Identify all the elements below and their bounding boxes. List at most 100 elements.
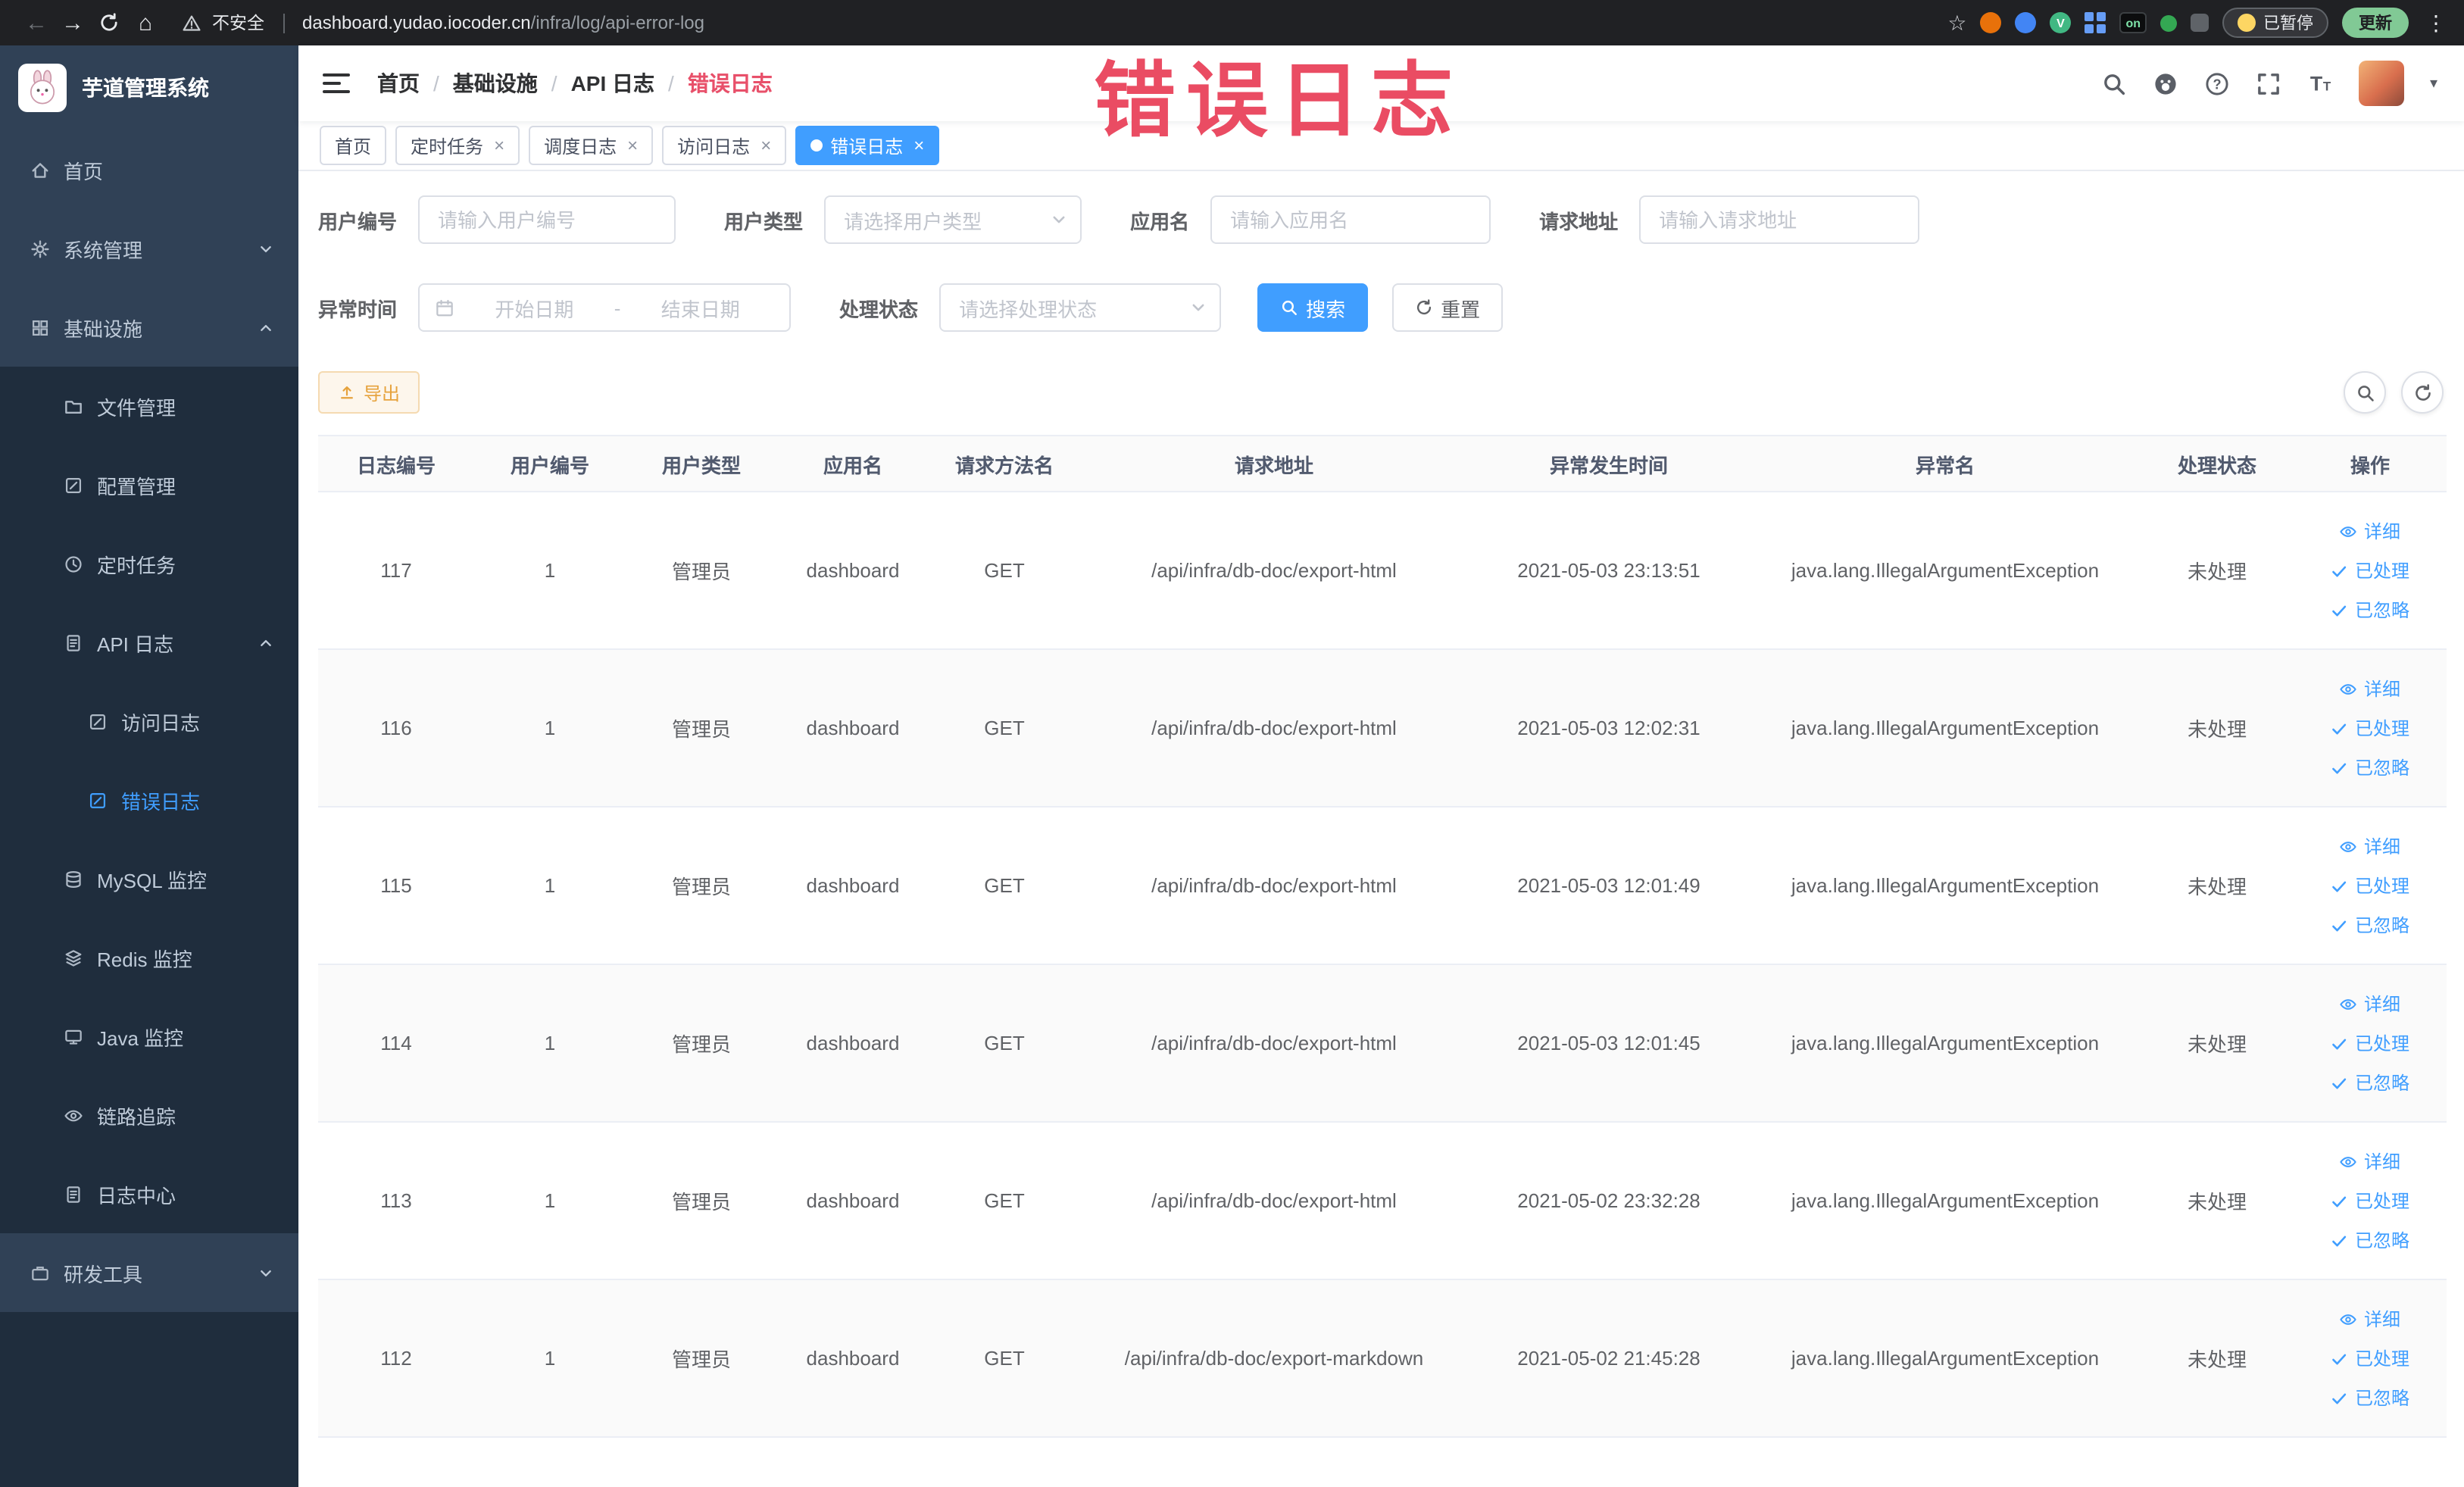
sidebar-item-home[interactable]: 首页 xyxy=(0,130,298,209)
breadcrumb-item-home[interactable]: 首页 xyxy=(377,68,420,98)
gear-icon xyxy=(30,239,50,258)
cell-process-status: 未处理 xyxy=(2141,807,2294,965)
detail-link[interactable]: 详细 xyxy=(2300,1142,2441,1181)
cell-user-type: 管理员 xyxy=(626,1122,777,1280)
eye-icon xyxy=(2340,995,2358,1013)
hamburger-icon[interactable] xyxy=(323,71,350,95)
mark-ignored-link[interactable]: 已忽略 xyxy=(2300,1378,2441,1417)
extension-icon-1[interactable] xyxy=(1980,12,2002,33)
date-start-input[interactable]: 开始日期 xyxy=(461,293,608,322)
sidebar-item-file-mgmt[interactable]: 文件管理 xyxy=(0,367,298,445)
process-status-select[interactable]: 请选择处理状态 xyxy=(939,283,1222,332)
mark-ignored-link[interactable]: 已忽略 xyxy=(2300,1063,2441,1102)
breadcrumb-item-infrastructure[interactable]: 基础设施 xyxy=(453,68,538,98)
mark-processed-link[interactable]: 已处理 xyxy=(2300,1339,2441,1378)
github-icon[interactable] xyxy=(2153,70,2178,96)
browser-menu-button[interactable]: ⋮ xyxy=(2425,10,2447,36)
detail-link[interactable]: 详细 xyxy=(2300,669,2441,708)
browser-forward-button[interactable]: → xyxy=(55,5,91,41)
sidebar-item-error-log[interactable]: 错误日志 xyxy=(0,761,298,839)
cell-user-type: 管理员 xyxy=(626,964,777,1123)
font-size-icon[interactable] xyxy=(2307,70,2333,96)
close-icon[interactable]: × xyxy=(627,135,638,156)
search-button[interactable]: 搜索 xyxy=(1257,283,1369,332)
sidebar-item-java-monitor[interactable]: Java 监控 xyxy=(0,997,298,1076)
close-icon[interactable]: × xyxy=(494,135,504,156)
browser-reload-button[interactable] xyxy=(91,5,127,41)
help-icon[interactable] xyxy=(2204,70,2230,96)
tab-scheduled-tasks[interactable]: 定时任务 × xyxy=(395,126,520,165)
browser-back-button[interactable]: ← xyxy=(18,5,55,41)
detail-link[interactable]: 详细 xyxy=(2300,1299,2441,1339)
mark-processed-link[interactable]: 已处理 xyxy=(2300,551,2441,590)
extension-icon-2[interactable] xyxy=(2015,12,2037,33)
sidebar-item-scheduled-tasks[interactable]: 定时任务 xyxy=(0,524,298,603)
sidebar-item-system-mgmt[interactable]: 系统管理 xyxy=(0,209,298,288)
toggle-search-button[interactable] xyxy=(2344,371,2386,414)
mark-processed-link[interactable]: 已处理 xyxy=(2300,708,2441,748)
sidebar-item-mysql-monitor[interactable]: MySQL 监控 xyxy=(0,839,298,918)
mark-ignored-link[interactable]: 已忽略 xyxy=(2300,590,2441,629)
app-logo[interactable]: 芋道管理系统 xyxy=(0,45,298,130)
detail-link[interactable]: 详细 xyxy=(2300,826,2441,866)
extension-on-badge[interactable]: on xyxy=(2119,12,2147,33)
cell-process-status: 未处理 xyxy=(2141,1279,2294,1438)
mark-processed-link[interactable]: 已处理 xyxy=(2300,1181,2441,1220)
mark-processed-link[interactable]: 已处理 xyxy=(2300,866,2441,905)
refresh-button[interactable] xyxy=(2401,371,2444,414)
reset-button[interactable]: 重置 xyxy=(1392,283,1504,332)
database-icon xyxy=(64,869,83,889)
browser-home-button[interactable]: ⌂ xyxy=(127,5,164,41)
request-url-input[interactable] xyxy=(1639,195,1920,244)
close-icon[interactable]: × xyxy=(760,135,771,156)
cell-exception-time: 2021-05-03 12:02:31 xyxy=(1468,649,1750,808)
tab-access-log[interactable]: 访问日志 × xyxy=(662,126,787,165)
detail-link[interactable]: 详细 xyxy=(2300,984,2441,1023)
extension-icon-vue[interactable]: V xyxy=(2050,12,2072,33)
breadcrumb-item-api-logs[interactable]: API 日志 xyxy=(571,68,654,98)
sidebar-item-infrastructure[interactable]: 基础设施 xyxy=(0,288,298,367)
detail-link[interactable]: 详细 xyxy=(2300,511,2441,551)
avatar[interactable] xyxy=(2358,61,2404,106)
check-icon xyxy=(2331,916,2349,934)
user-id-input[interactable] xyxy=(418,195,676,244)
extension-icon-4[interactable] xyxy=(2191,14,2209,32)
home-icon xyxy=(30,160,50,180)
sidebar-item-api-logs[interactable]: API 日志 xyxy=(0,603,298,682)
bookmark-star-icon[interactable]: ☆ xyxy=(1947,10,1966,36)
sidebar-item-dev-tools[interactable]: 研发工具 xyxy=(0,1233,298,1312)
sidebar-item-config-mgmt[interactable]: 配置管理 xyxy=(0,445,298,524)
sidebar-item-tracing[interactable]: 链路追踪 xyxy=(0,1076,298,1154)
app-name-input[interactable] xyxy=(1210,195,1491,244)
date-end-input[interactable]: 结束日期 xyxy=(626,293,774,322)
address-bar[interactable]: 不安全 dashboard.yudao.iocoder.cn/infra/log… xyxy=(182,11,704,35)
fullscreen-icon[interactable] xyxy=(2256,70,2281,96)
browser-update-button[interactable]: 更新 xyxy=(2342,8,2409,38)
mark-ignored-link[interactable]: 已忽略 xyxy=(2300,905,2441,945)
tab-home[interactable]: 首页 xyxy=(320,126,387,165)
sidebar-item-redis-monitor[interactable]: Redis 监控 xyxy=(0,918,298,997)
search-icon[interactable] xyxy=(2101,70,2127,96)
table-header: 日志编号 用户编号 用户类型 应用名 请求方法名 请求地址 异常发生时间 异常名… xyxy=(318,435,2447,492)
mark-ignored-link[interactable]: 已忽略 xyxy=(2300,748,2441,787)
mark-ignored-link[interactable]: 已忽略 xyxy=(2300,1220,2441,1260)
address-url[interactable]: dashboard.yudao.iocoder.cn/infra/log/api… xyxy=(302,12,704,33)
cell-method: GET xyxy=(929,649,1080,808)
mark-processed-link[interactable]: 已处理 xyxy=(2300,1023,2441,1063)
extension-icon-grid[interactable] xyxy=(2085,12,2106,33)
cell-exception-time: 2021-05-03 12:01:45 xyxy=(1468,964,1750,1123)
close-icon[interactable]: × xyxy=(913,135,924,156)
tab-dispatch-log[interactable]: 调度日志 × xyxy=(529,126,654,165)
chevron-up-icon xyxy=(258,319,274,336)
user-type-select[interactable]: 请选择用户类型 xyxy=(824,195,1082,244)
sidebar-item-access-log[interactable]: 访问日志 xyxy=(0,682,298,761)
extension-icon-3[interactable] xyxy=(2160,14,2177,31)
tab-error-log[interactable]: 错误日志 × xyxy=(795,126,940,165)
cell-exception-name: java.lang.IllegalArgumentException xyxy=(1750,649,2141,808)
date-range-picker[interactable]: 开始日期 - 结束日期 xyxy=(418,283,792,332)
sidebar-item-log-center[interactable]: 日志中心 xyxy=(0,1154,298,1233)
cell-request-url: /api/infra/db-doc/export-html xyxy=(1080,1122,1468,1280)
export-button[interactable]: 导出 xyxy=(318,371,420,414)
paused-badge[interactable]: 已暂停 xyxy=(2222,8,2328,38)
avatar-caret-down-icon[interactable]: ▾ xyxy=(2430,75,2437,92)
